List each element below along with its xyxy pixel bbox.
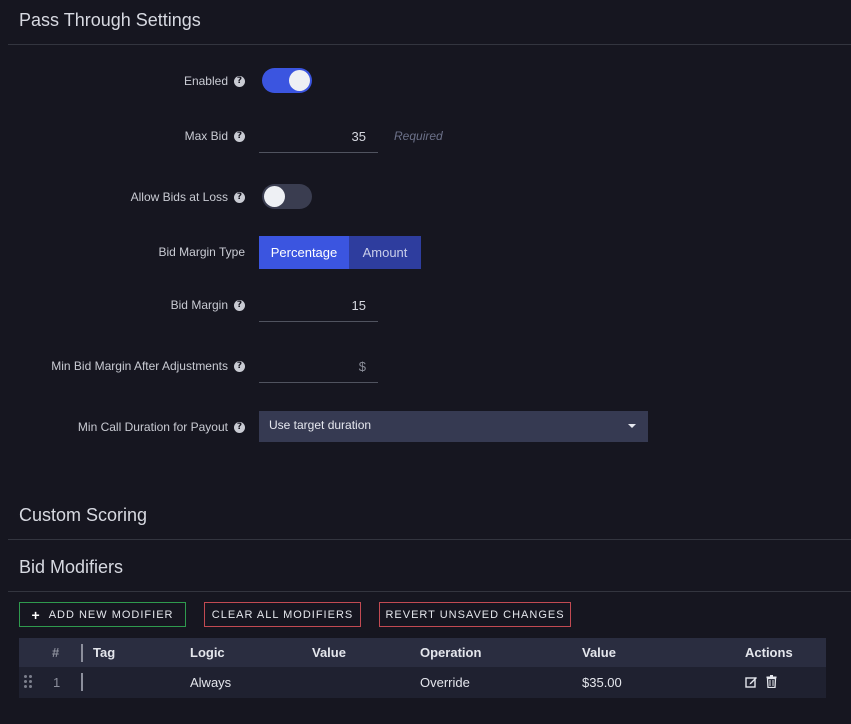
add-new-modifier-label: Add New Modifier bbox=[48, 608, 174, 621]
bid-margin-type-label-text: Bid Margin Type bbox=[158, 245, 246, 259]
toggle-knob bbox=[264, 186, 285, 207]
bid-margin-type-segmented: Percentage Amount bbox=[259, 236, 421, 269]
row-operation: Override bbox=[420, 675, 470, 690]
amount-option[interactable]: Amount bbox=[349, 236, 421, 269]
help-icon[interactable]: ? bbox=[234, 75, 245, 87]
toggle-knob bbox=[289, 70, 310, 91]
column-separator bbox=[81, 644, 83, 662]
max-bid-label: Max Bid ? bbox=[185, 129, 245, 143]
clear-all-modifiers-label: Clear All Modifiers bbox=[211, 608, 354, 621]
help-icon[interactable]: ? bbox=[234, 130, 245, 142]
revert-unsaved-changes-label: Revert Unsaved Changes bbox=[385, 608, 565, 621]
min-call-duration-select[interactable]: Use target duration bbox=[259, 411, 648, 442]
divider bbox=[8, 591, 851, 592]
section-title-bid-modifiers: Bid Modifiers bbox=[19, 557, 124, 577]
min-call-duration-label: Min Call Duration for Payout ? bbox=[78, 420, 245, 434]
help-icon[interactable]: ? bbox=[234, 421, 245, 433]
clear-all-modifiers-button[interactable]: Clear All Modifiers bbox=[204, 602, 361, 627]
bid-margin-type-label: Bid Margin Type bbox=[159, 245, 246, 259]
percentage-option[interactable]: Percentage bbox=[259, 236, 349, 269]
row-actions bbox=[745, 667, 777, 698]
min-call-duration-value: Use target duration bbox=[269, 418, 372, 432]
table-row: 1 Always Override $35.00 bbox=[19, 667, 826, 698]
revert-unsaved-changes-button[interactable]: Revert Unsaved Changes bbox=[379, 602, 571, 627]
col-tag: Tag bbox=[93, 645, 116, 660]
drag-handle-icon[interactable] bbox=[24, 675, 32, 688]
enabled-toggle[interactable] bbox=[262, 68, 312, 93]
col-actions: Actions bbox=[745, 645, 793, 660]
help-icon[interactable]: ? bbox=[234, 360, 245, 372]
col-logic: Logic bbox=[190, 645, 225, 660]
col-amount: Value bbox=[582, 645, 616, 660]
help-icon[interactable]: ? bbox=[234, 191, 245, 203]
row-index: 1 bbox=[53, 675, 61, 690]
bid-modifiers-table: # Tag Logic Value Operation Value Action… bbox=[19, 638, 826, 698]
trash-icon[interactable] bbox=[766, 674, 777, 691]
min-bid-margin-label: Min Bid Margin After Adjustments ? bbox=[51, 359, 245, 373]
enabled-label-text: Enabled bbox=[183, 74, 228, 88]
bid-margin-label: Bid Margin ? bbox=[171, 298, 245, 312]
col-operation: Operation bbox=[420, 645, 482, 660]
divider bbox=[8, 44, 851, 45]
max-bid-label-text: Max Bid bbox=[184, 129, 228, 143]
allow-bids-at-loss-label: Allow Bids at Loss ? bbox=[131, 190, 245, 204]
min-bid-margin-label-text: Min Bid Margin After Adjustments bbox=[51, 359, 228, 373]
allow-bids-at-loss-toggle[interactable] bbox=[262, 184, 312, 209]
min-call-duration-label-text: Min Call Duration for Payout bbox=[77, 420, 228, 434]
table-header: # Tag Logic Value Operation Value Action… bbox=[19, 638, 826, 667]
section-title-pass-through: Pass Through Settings bbox=[19, 10, 201, 30]
divider bbox=[8, 539, 851, 540]
min-bid-margin-input[interactable] bbox=[259, 351, 378, 383]
allow-bids-at-loss-label-text: Allow Bids at Loss bbox=[130, 190, 228, 204]
plus-icon: + bbox=[31, 606, 41, 623]
section-title-custom-scoring[interactable]: Custom Scoring bbox=[19, 505, 147, 526]
bid-margin-label-text: Bid Margin bbox=[170, 298, 228, 312]
add-new-modifier-button[interactable]: + Add New Modifier bbox=[19, 602, 186, 627]
col-index: # bbox=[52, 645, 60, 660]
edit-icon[interactable] bbox=[745, 675, 758, 691]
enabled-label: Enabled ? bbox=[184, 74, 245, 88]
col-value: Value bbox=[312, 645, 346, 660]
row-logic: Always bbox=[190, 675, 232, 690]
required-hint: Required bbox=[394, 129, 443, 143]
row-amount: $35.00 bbox=[582, 675, 622, 690]
max-bid-input[interactable] bbox=[259, 121, 378, 153]
bid-margin-input[interactable] bbox=[259, 290, 378, 322]
chevron-down-icon bbox=[628, 424, 636, 428]
help-icon[interactable]: ? bbox=[234, 299, 245, 311]
column-separator bbox=[81, 673, 83, 691]
